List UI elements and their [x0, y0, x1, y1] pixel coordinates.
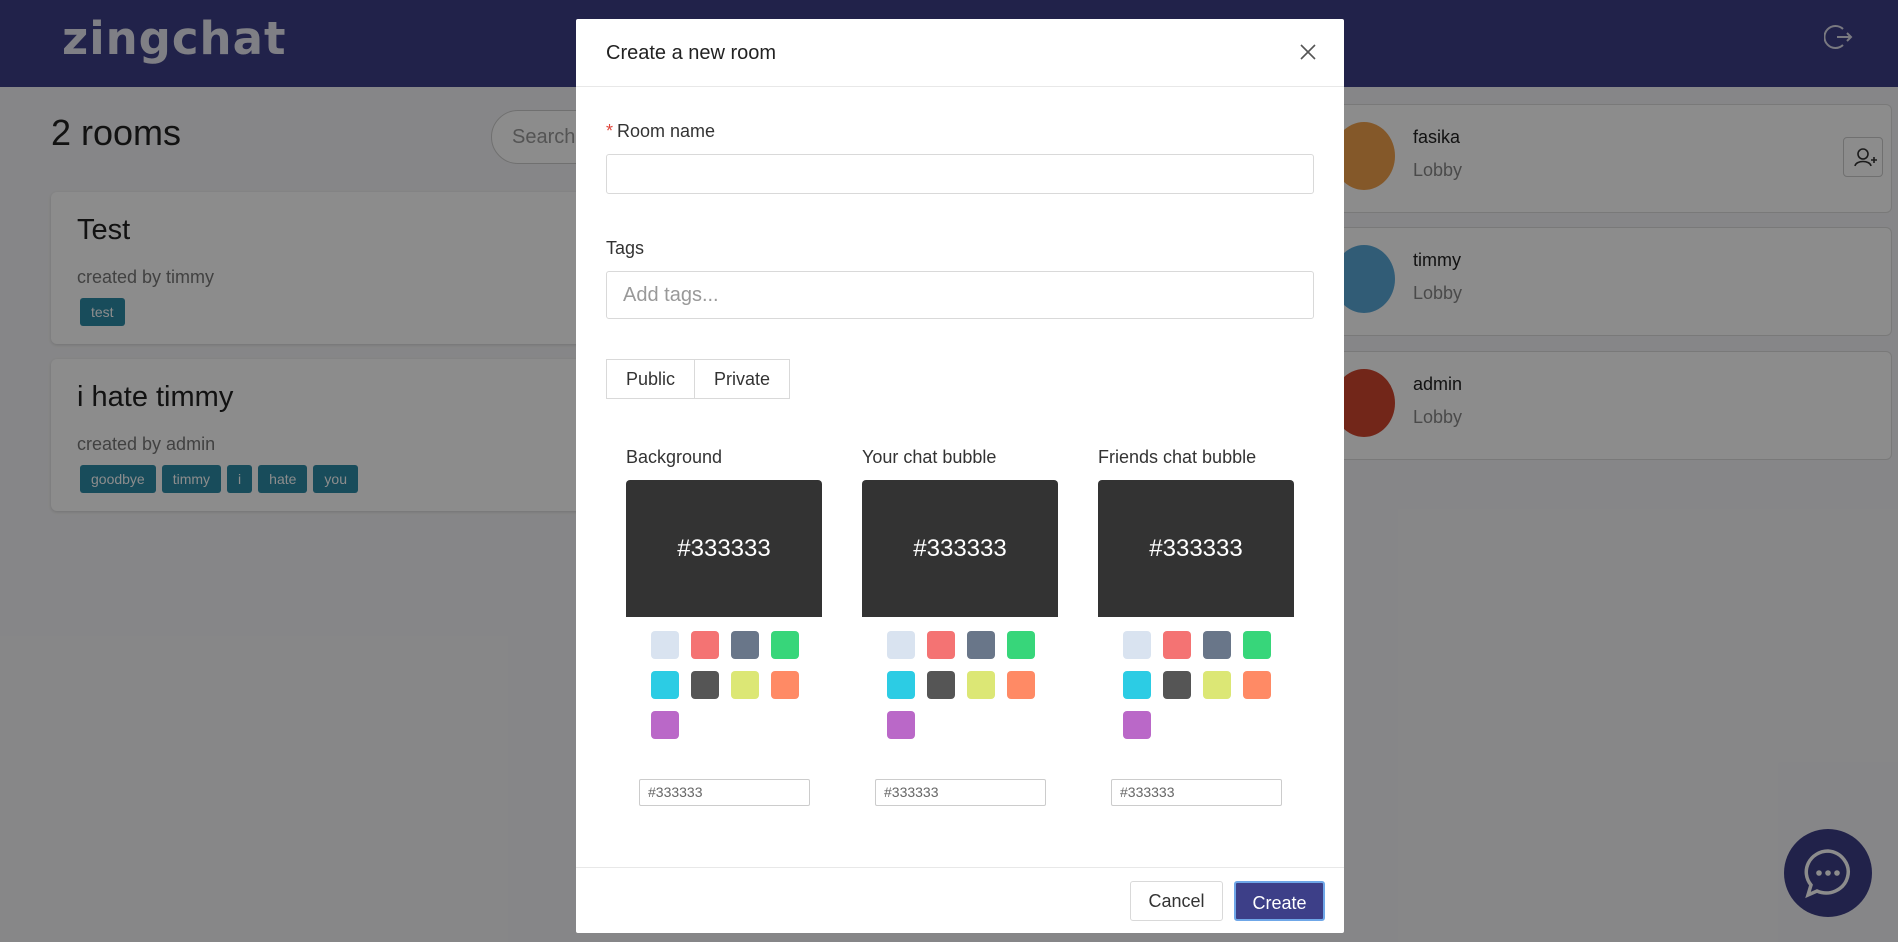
color-preview: #333333	[1098, 480, 1294, 617]
color-swatch[interactable]	[887, 631, 915, 659]
swatch-grid	[887, 631, 1037, 739]
dialog-title: Create a new room	[606, 42, 777, 64]
color-swatch[interactable]	[927, 671, 955, 699]
color-swatch[interactable]	[927, 631, 955, 659]
private-option[interactable]: Private	[695, 359, 791, 399]
close-icon[interactable]	[1297, 41, 1319, 63]
color-swatch[interactable]	[731, 631, 759, 659]
swatch-grid	[651, 631, 801, 739]
room-name-input[interactable]	[606, 154, 1314, 194]
color-swatch[interactable]	[731, 671, 759, 699]
picker-label: Background	[626, 447, 723, 467]
color-swatch[interactable]	[1203, 631, 1231, 659]
tags-input[interactable]: Add tags...	[606, 271, 1314, 319]
dialog-header: Create a new room	[576, 19, 1344, 87]
hex-input[interactable]: #333333	[639, 779, 810, 806]
color-swatch[interactable]	[771, 671, 799, 699]
color-swatch[interactable]	[1007, 671, 1035, 699]
color-swatch[interactable]	[771, 631, 799, 659]
visibility-toggle: Public Private	[606, 359, 791, 399]
swatch-grid	[1123, 631, 1273, 739]
color-swatch[interactable]	[1163, 631, 1191, 659]
hex-input[interactable]: #333333	[875, 779, 1046, 806]
color-preview: #333333	[626, 480, 822, 617]
cancel-button[interactable]: Cancel	[1130, 881, 1223, 921]
public-option[interactable]: Public	[606, 359, 696, 399]
room-name-label: * Room name	[606, 121, 716, 141]
color-swatch[interactable]	[651, 711, 679, 739]
color-swatch[interactable]	[967, 631, 995, 659]
color-swatch[interactable]	[1007, 631, 1035, 659]
color-swatch[interactable]	[1243, 631, 1271, 659]
create-room-dialog: Create a new room * Room name Tags Add ta…	[576, 19, 1344, 933]
color-swatch[interactable]	[887, 711, 915, 739]
color-swatch[interactable]	[967, 671, 995, 699]
color-swatch[interactable]	[1123, 631, 1151, 659]
tags-label: Tags	[606, 238, 645, 258]
color-swatch[interactable]	[651, 631, 679, 659]
color-swatch[interactable]	[691, 631, 719, 659]
color-swatch[interactable]	[691, 671, 719, 699]
color-swatch[interactable]	[651, 671, 679, 699]
color-swatch[interactable]	[1123, 711, 1151, 739]
required-mark: *	[606, 121, 614, 141]
create-button[interactable]: Create	[1234, 881, 1325, 921]
color-swatch[interactable]	[1203, 671, 1231, 699]
color-swatch[interactable]	[1163, 671, 1191, 699]
hex-input[interactable]: #333333	[1111, 779, 1282, 806]
color-swatch[interactable]	[1243, 671, 1271, 699]
picker-label: Friends chat bubble	[1098, 447, 1257, 467]
color-swatch[interactable]	[1123, 671, 1151, 699]
dialog-footer: Cancel Create	[576, 867, 1344, 933]
picker-label: Your chat bubble	[862, 447, 997, 467]
color-preview: #333333	[862, 480, 1058, 617]
color-swatch[interactable]	[887, 671, 915, 699]
